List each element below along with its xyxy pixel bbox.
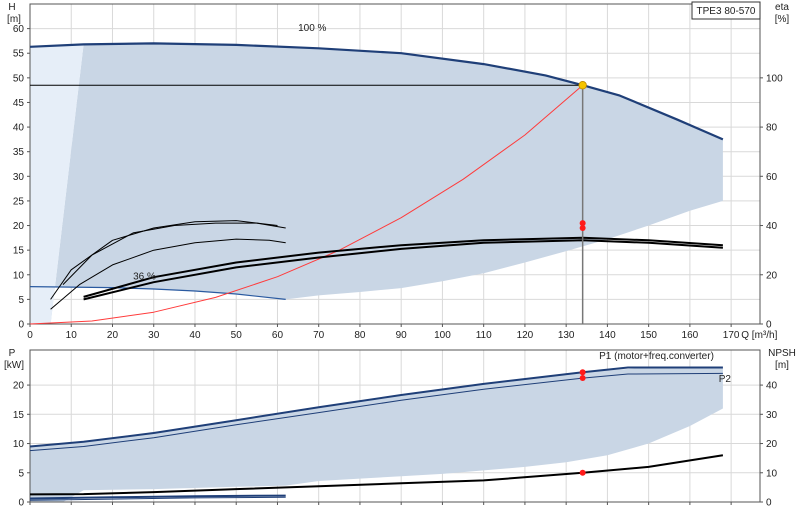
bottom-label-1: P2 — [719, 374, 732, 385]
top-xtick-label-4: 40 — [189, 330, 201, 341]
top-ytick-label-8: 40 — [13, 123, 25, 134]
pump-performance-chart: 051015202530354045505560020406080100H[m]… — [4, 1, 796, 509]
bottom-y2tick-label-4: 40 — [766, 381, 778, 392]
top-xtick-label-16: 160 — [682, 330, 699, 341]
bottom-marker-2 — [579, 469, 586, 476]
product-label: TPE3 80-570 — [697, 6, 756, 17]
bottom-y2tick-label-2: 20 — [766, 439, 778, 450]
top-xtick-label-0: 0 — [27, 330, 33, 341]
bottom-ytick-label-0: 0 — [18, 498, 24, 509]
top-xtick-label-5: 50 — [231, 330, 243, 341]
top-annotation-0: 100 % — [298, 23, 326, 34]
bottom-y2tick-label-3: 30 — [766, 410, 778, 421]
top-ytick-label-10: 50 — [13, 73, 25, 84]
bottom-y2label: NPSH — [768, 348, 796, 359]
top-xtick-label-7: 70 — [313, 330, 325, 341]
bottom-marker-1 — [579, 375, 586, 382]
top-ytick-label-12: 60 — [13, 24, 25, 35]
bottom-marker-0 — [579, 369, 586, 376]
top-ytick-label-3: 15 — [13, 246, 25, 257]
top-xtick-label-6: 60 — [272, 330, 284, 341]
bottom-label-0: P1 (motor+freq.converter) — [599, 351, 714, 362]
top-ytick-label-2: 10 — [13, 270, 25, 281]
top-xtick-label-11: 110 — [476, 330, 492, 341]
top-ytick-label-1: 5 — [18, 295, 24, 306]
bottom-ylabel-unit: [kW] — [4, 360, 24, 371]
top-marker-1 — [579, 225, 586, 231]
top-ytick-label-7: 35 — [13, 147, 25, 158]
bottom-ylabel: P — [9, 348, 16, 359]
top-y2tick-label-5: 100 — [766, 73, 783, 84]
top-xtick-label-15: 150 — [640, 330, 657, 341]
top-y2label-unit: [%] — [775, 14, 790, 25]
top-xtick-label-9: 90 — [396, 330, 408, 341]
bottom-y2tick-label-0: 0 — [766, 498, 772, 509]
top-xtick-label-1: 10 — [66, 330, 78, 341]
top-y2tick-label-3: 60 — [766, 172, 778, 183]
bottom-ytick-label-1: 5 — [18, 468, 24, 479]
top-xtick-label-17: 170 — [723, 330, 740, 341]
top-xtick-label-8: 80 — [354, 330, 366, 341]
top-ytick-label-0: 0 — [18, 320, 24, 331]
top-ytick-label-9: 45 — [13, 98, 25, 109]
top-ylabel: H — [8, 2, 15, 13]
bottom-y2tick-label-1: 10 — [766, 468, 778, 479]
bottom-ytick-label-4: 20 — [13, 381, 25, 392]
top-ylabel-unit: [m] — [7, 14, 21, 25]
top-xtick-label-13: 130 — [558, 330, 575, 341]
top-y2tick-label-1: 20 — [766, 270, 778, 281]
top-ytick-label-4: 20 — [13, 221, 25, 232]
top-y2label: eta — [775, 2, 789, 13]
top-annotation-1: 36 % — [133, 272, 156, 283]
top-operating-point — [578, 81, 587, 90]
top-xtick-label-2: 20 — [107, 330, 119, 341]
top-y2tick-label-4: 80 — [766, 123, 778, 134]
top-ytick-label-5: 25 — [13, 196, 25, 207]
top-xtick-label-10: 100 — [434, 330, 451, 341]
top-y2tick-label-0: 0 — [766, 320, 772, 331]
top-xtick-label-12: 120 — [517, 330, 534, 341]
top-xtick-label-3: 30 — [148, 330, 160, 341]
top-y2tick-label-2: 40 — [766, 221, 778, 232]
top-ytick-label-11: 55 — [13, 49, 25, 60]
bottom-ytick-label-2: 10 — [13, 439, 25, 450]
bottom-y2label-unit: [m] — [775, 360, 789, 371]
top-xlabel: Q [m³/h] — [741, 330, 777, 341]
top-xtick-label-14: 140 — [599, 330, 616, 341]
bottom-ytick-label-3: 15 — [13, 410, 25, 421]
top-ytick-label-6: 30 — [13, 172, 25, 183]
